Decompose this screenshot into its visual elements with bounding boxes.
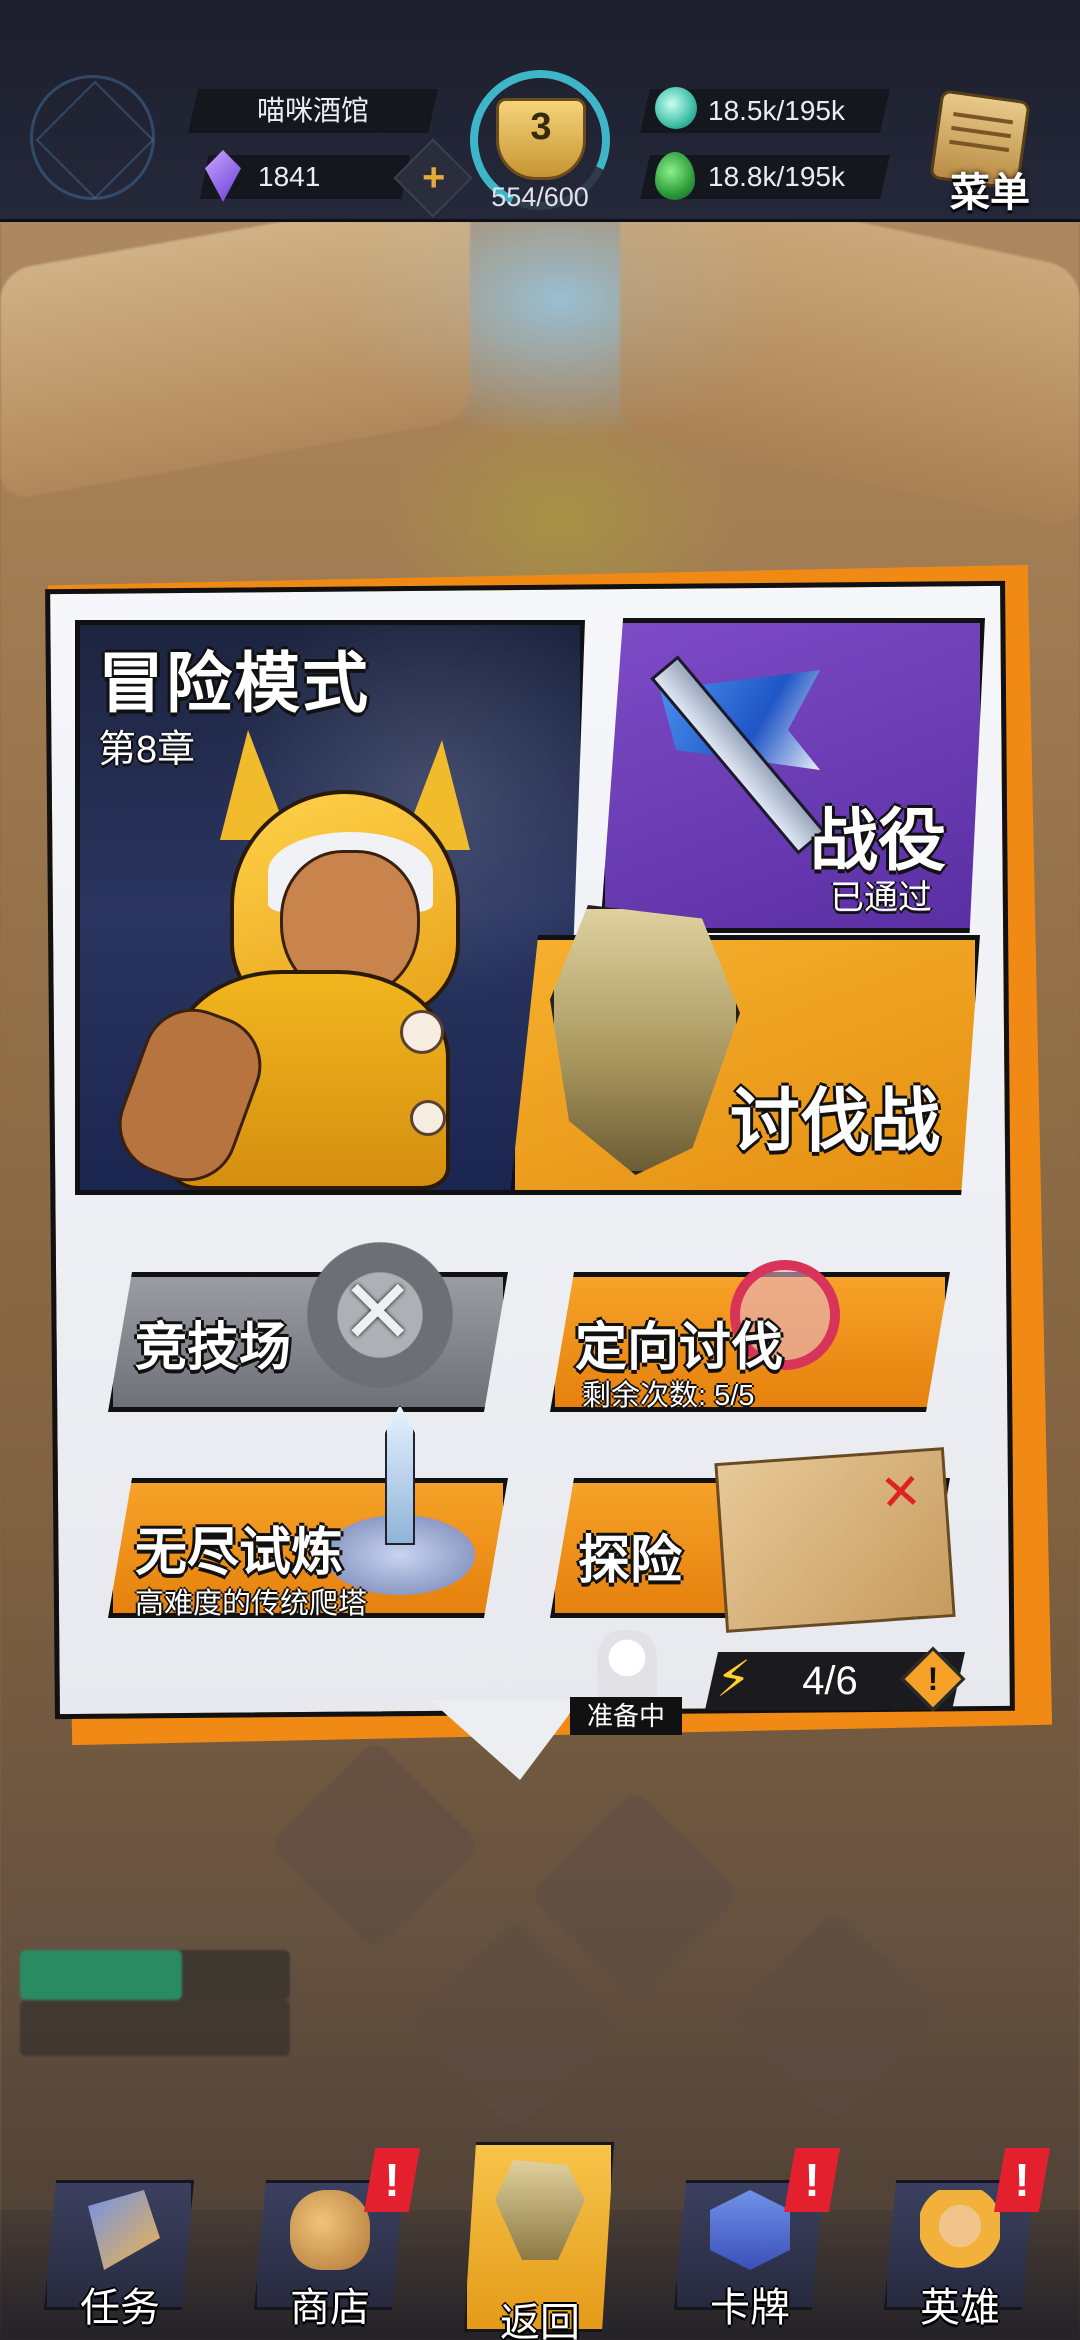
arena-label: 竞技场 xyxy=(135,1319,292,1377)
bg-tile xyxy=(728,1908,942,2122)
endless-trial-label: 无尽试炼 xyxy=(135,1524,344,1582)
spire-tower-icon xyxy=(325,1405,475,1605)
nav-quests[interactable]: 任务 xyxy=(30,2140,210,2330)
bg-unit-hp-bar xyxy=(20,1950,290,2000)
nav-label: 任务 xyxy=(80,2286,160,2330)
nav-label: 商店 xyxy=(290,2286,370,2330)
adventure-mode-title: 冒险模式 xyxy=(98,646,370,720)
bottom-nav: 任务 ! 商店 返回 ! 卡牌 ! 英雄 xyxy=(0,2100,1080,2340)
subjugation-title: 讨伐战 xyxy=(730,1082,940,1160)
bg-tile xyxy=(268,1738,482,1952)
exclamation-icon: ! xyxy=(927,1661,939,1697)
endless-trial-subtitle: 高难度的传统爬塔 xyxy=(135,1588,368,1620)
campaign-status: 已通过 xyxy=(830,879,932,917)
directed-remaining-count: 剩余次数: 5/5 xyxy=(582,1380,755,1412)
shop-bag-icon xyxy=(290,2190,370,2270)
alert-badge: ! xyxy=(994,2148,1050,2212)
nav-label: 卡牌 xyxy=(710,2286,790,2330)
bg-unit-label xyxy=(20,2000,290,2056)
alert-badge: ! xyxy=(364,2148,420,2212)
ready-hero-avatar[interactable] xyxy=(597,1630,657,1700)
explore-label: 探险 xyxy=(578,1532,683,1590)
directed-subjugation-label: 定向讨伐 xyxy=(575,1319,784,1377)
trophy-progress-text: 554/600 xyxy=(491,182,589,212)
plus-icon: + xyxy=(422,155,446,200)
trophy-level: 3 xyxy=(530,106,552,148)
bg-stone-slab-left xyxy=(0,188,470,502)
bg-stone-slab-right xyxy=(620,171,1080,529)
adventure-chapter: 第8章 xyxy=(98,729,196,771)
arena-tower-icon xyxy=(295,1230,465,1400)
nav-label: 英雄 xyxy=(920,2286,1000,2330)
alert-badge: ! xyxy=(784,2148,840,2212)
nav-heroes[interactable]: ! 英雄 xyxy=(870,2140,1050,2330)
top-hud: 喵咪酒馆 1841 + 3 554/600 18.5k/195k 18.8k/1… xyxy=(0,0,1080,230)
menu-button-label[interactable]: 菜单 xyxy=(930,160,1050,218)
hero-icon xyxy=(920,2190,1000,2270)
nav-label: 返回 xyxy=(500,2301,580,2340)
add-gems-button[interactable]: + xyxy=(393,138,473,218)
hood-pompom xyxy=(410,1100,446,1136)
stamina-value: 4/6 xyxy=(802,1659,858,1703)
nav-shop[interactable]: ! 商店 xyxy=(240,2140,420,2330)
adventure-hero-art xyxy=(104,720,520,1196)
hood-pompom xyxy=(400,1010,444,1054)
lightning-icon: ⚡ xyxy=(716,1651,752,1707)
ready-status: 准备中 xyxy=(570,1697,682,1735)
tavern-name[interactable]: 喵咪酒馆 xyxy=(188,89,438,133)
spire-needle xyxy=(385,1405,415,1545)
rune-emblem-icon[interactable] xyxy=(30,75,155,200)
nav-cards[interactable]: ! 卡牌 xyxy=(660,2140,840,2330)
nav-return[interactable]: 返回 xyxy=(450,2140,630,2340)
treasure-map-icon xyxy=(714,1447,956,1633)
crystal-orb-icon xyxy=(655,87,697,129)
